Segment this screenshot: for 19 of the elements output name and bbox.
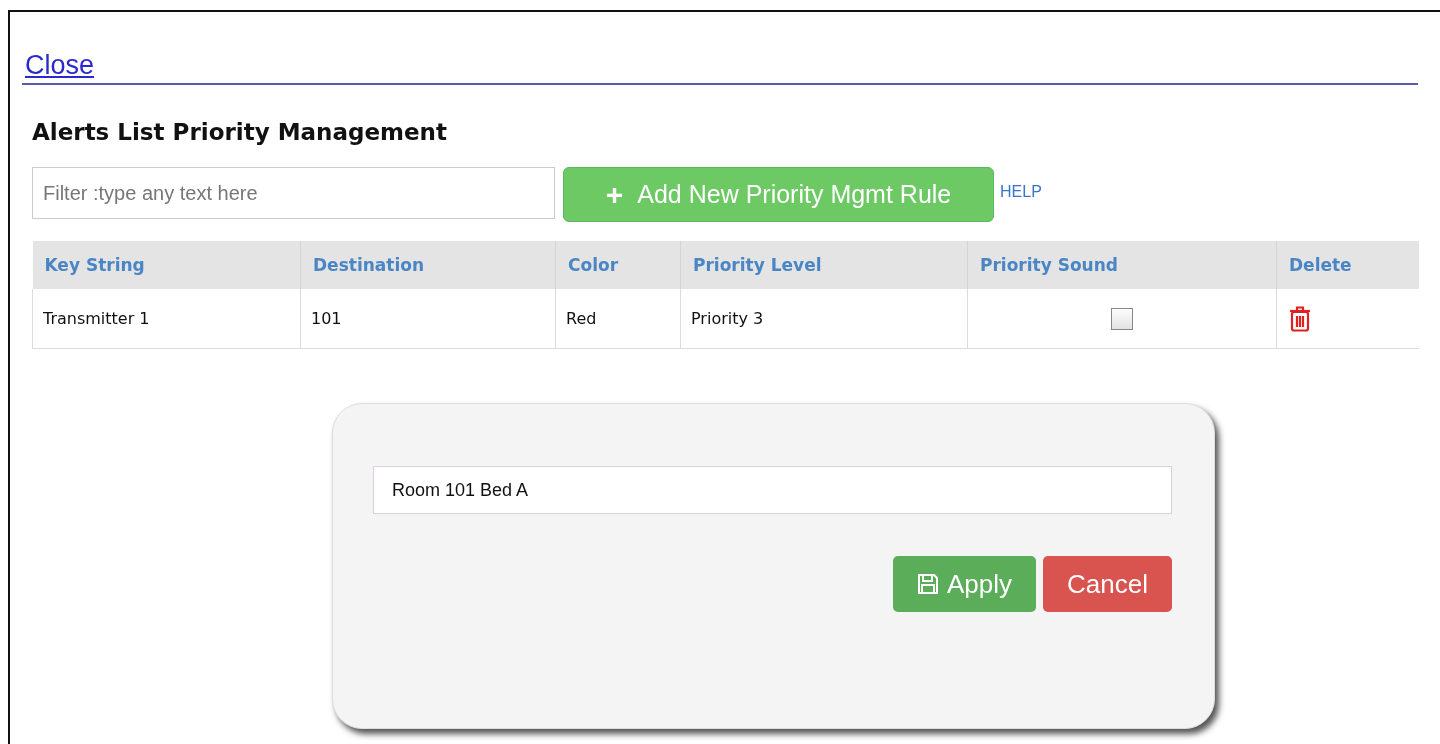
column-header: Key String bbox=[32, 241, 301, 289]
apply-button[interactable]: Apply bbox=[893, 556, 1037, 612]
help-link[interactable]: HELP bbox=[1000, 183, 1042, 201]
cancel-button[interactable]: Cancel bbox=[1043, 556, 1172, 612]
filter-field[interactable]: Filter :type any text here bbox=[32, 167, 555, 219]
table-cell: Transmitter 1 bbox=[32, 289, 301, 349]
page-title: Alerts List Priority Management bbox=[32, 119, 448, 145]
table-cell: 101 bbox=[300, 289, 556, 349]
close-link[interactable]: Close bbox=[25, 50, 95, 80]
column-header: Destination bbox=[300, 241, 556, 289]
trash-icon[interactable] bbox=[1289, 305, 1311, 332]
column-header: Priority Sound bbox=[967, 241, 1277, 289]
column-header: Priority Level bbox=[680, 241, 968, 289]
column-header: Delete bbox=[1276, 241, 1419, 289]
table-cell: Red bbox=[555, 289, 681, 349]
table-cell: Priority 3 bbox=[680, 289, 968, 349]
column-header: Color bbox=[555, 241, 681, 289]
sound-checkbox[interactable] bbox=[1111, 307, 1133, 330]
destination-field[interactable]: Room 101 Bed A bbox=[373, 466, 1172, 514]
